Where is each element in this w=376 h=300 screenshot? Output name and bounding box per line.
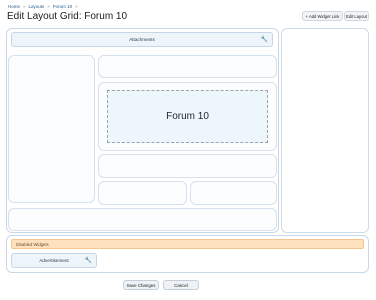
page-title: Edit Layout Grid: Forum 10	[7, 11, 128, 22]
widget-label: Advertisement	[39, 258, 69, 263]
cancel-button[interactable]: Cancel	[163, 280, 199, 290]
attachments-widget[interactable]: Attachments 🔧	[11, 32, 273, 47]
layout-split-right-cell[interactable]	[190, 181, 277, 205]
layout-sidebar-cell[interactable]	[281, 28, 369, 233]
layout-below-cell[interactable]	[98, 154, 277, 178]
wrench-icon[interactable]: 🔧	[261, 37, 268, 43]
add-widget-link-button[interactable]: + Add Widget Link	[302, 11, 343, 21]
breadcrumb-forum[interactable]: Forum 10	[53, 4, 72, 9]
widget-label: Attachments	[129, 37, 155, 42]
save-changes-button[interactable]: Save Changes	[123, 280, 159, 290]
advertisement-widget[interactable]: Advertisement 🔧	[11, 253, 97, 268]
breadcrumb-separator: »	[47, 4, 50, 9]
disabled-widgets-header: Disabled Widgets	[11, 239, 364, 249]
layout-split-left-cell[interactable]	[98, 181, 187, 205]
layout-top-cell[interactable]	[98, 55, 277, 78]
breadcrumb-separator: »	[23, 4, 26, 9]
breadcrumb-separator: »	[75, 4, 78, 9]
forum-content-placeholder: Forum 10	[107, 90, 268, 143]
layout-left-cell[interactable]	[8, 55, 95, 203]
breadcrumb-layouts[interactable]: Layouts	[29, 4, 45, 9]
layout-footer-cell[interactable]	[8, 208, 277, 231]
edit-layout-button[interactable]: Edit Layout	[344, 11, 369, 21]
breadcrumb: Home » Layouts » Forum 10 »	[8, 4, 78, 9]
breadcrumb-home[interactable]: Home	[8, 4, 20, 9]
wrench-icon[interactable]: 🔧	[85, 258, 92, 264]
